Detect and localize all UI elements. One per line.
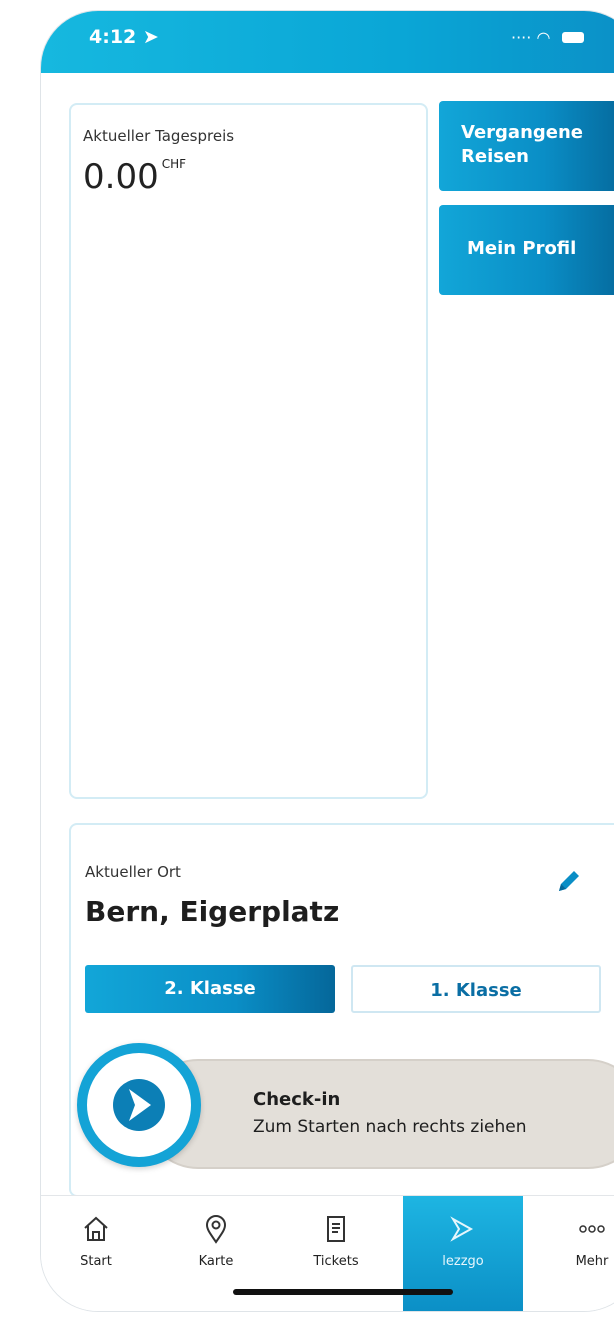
checkin-slider[interactable]: Check-in Zum Starten nach rechts ziehen bbox=[143, 1059, 614, 1169]
second-class-button[interactable]: 2. Klasse bbox=[85, 965, 335, 1013]
chevron-right-icon bbox=[113, 1079, 165, 1131]
tab-label: lezzgo bbox=[442, 1254, 484, 1269]
tab-start[interactable]: Start bbox=[41, 1196, 151, 1311]
daily-price-value: 0.00 CHF bbox=[83, 157, 186, 197]
lezzgo-icon bbox=[450, 1216, 474, 1242]
tab-mehr[interactable]: Mehr bbox=[537, 1196, 614, 1311]
status-bar: 4:12 ➤ ···· ◠ bbox=[41, 11, 614, 73]
price-amount: 0.00 bbox=[83, 157, 159, 197]
edit-pencil-icon[interactable] bbox=[553, 865, 585, 897]
current-location-label: Aktueller Ort bbox=[85, 863, 181, 881]
first-class-button[interactable]: 1. Klasse bbox=[351, 965, 601, 1013]
home-icon bbox=[84, 1216, 108, 1241]
more-dots-icon bbox=[579, 1225, 605, 1233]
my-profile-label: Mein Profil bbox=[467, 238, 577, 259]
tab-label: Mehr bbox=[575, 1254, 609, 1269]
current-location-name: Bern, Eigerplatz bbox=[85, 895, 340, 928]
status-time: 4:12 ➤ bbox=[89, 26, 159, 48]
battery-icon bbox=[561, 32, 584, 43]
status-icons: ···· ◠ bbox=[511, 27, 584, 47]
wifi-icon: ◠ bbox=[536, 28, 551, 47]
current-location-card: Aktueller Ort Bern, Eigerplatz 2. Klasse… bbox=[69, 823, 614, 1197]
my-profile-button[interactable]: Mein Profil bbox=[439, 205, 614, 295]
daily-price-card: Aktueller Tagespreis 0.00 CHF bbox=[69, 103, 428, 799]
tab-label: Start bbox=[80, 1254, 112, 1269]
past-trips-label: Vergangene Reisen bbox=[461, 122, 583, 167]
tab-label: Karte bbox=[198, 1254, 234, 1269]
tab-label: Tickets bbox=[313, 1254, 359, 1269]
map-pin-icon bbox=[205, 1215, 227, 1244]
past-trips-button[interactable]: Vergangene Reisen bbox=[439, 101, 614, 191]
price-currency: CHF bbox=[161, 157, 187, 171]
ticket-icon bbox=[327, 1216, 345, 1242]
checkin-slider-handle[interactable] bbox=[77, 1043, 201, 1167]
daily-price-label: Aktueller Tagespreis bbox=[83, 127, 235, 145]
checkin-subtitle: Zum Starten nach rechts ziehen bbox=[253, 1117, 527, 1137]
phone-frame: 4:12 ➤ ···· ◠ Aktueller Tagespreis 0.00 C… bbox=[40, 10, 614, 1312]
signal-icon: ···· bbox=[511, 28, 532, 47]
home-indicator bbox=[233, 1289, 453, 1295]
checkin-title: Check-in bbox=[253, 1089, 341, 1110]
